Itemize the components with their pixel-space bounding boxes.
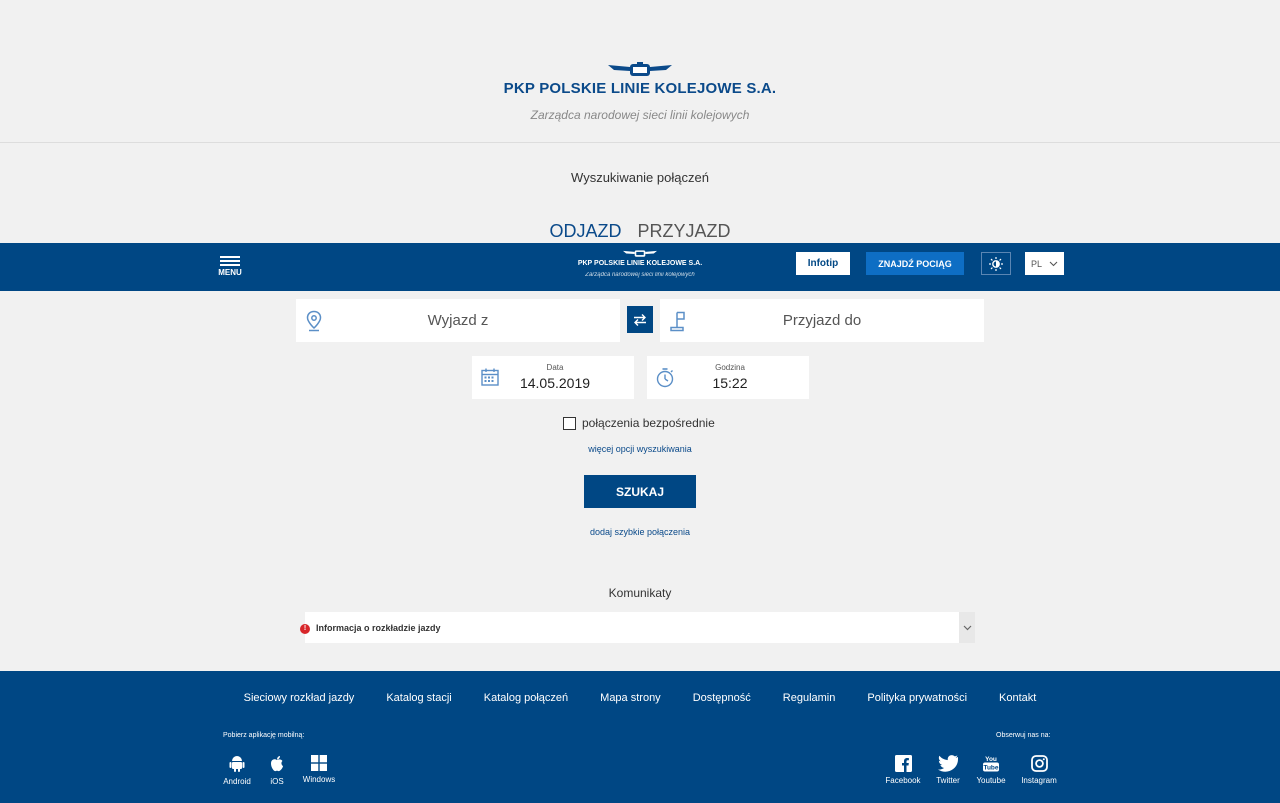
alert-icon: ! bbox=[300, 624, 310, 634]
instagram-label: Instagram bbox=[1021, 776, 1057, 785]
svg-text:You: You bbox=[985, 756, 997, 763]
plk-emblem-icon bbox=[608, 62, 672, 76]
date-input[interactable]: Data 14.05.2019 bbox=[472, 356, 634, 399]
search-button[interactable]: SZUKAJ bbox=[584, 475, 696, 508]
svg-text:Tube: Tube bbox=[983, 765, 998, 772]
to-station-placeholder: Przyjazd do bbox=[782, 312, 862, 329]
chevron-down-icon bbox=[963, 625, 971, 630]
navbar-logo[interactable]: PKP POLSKIE LINIE KOLEJOWE S.A. Zarządca… bbox=[560, 249, 720, 278]
footer-link-timetable[interactable]: Sieciowy rozkład jazdy bbox=[244, 692, 355, 704]
twitter-icon bbox=[938, 755, 958, 772]
contrast-button[interactable] bbox=[981, 252, 1011, 275]
swap-stations-button[interactable] bbox=[627, 306, 653, 333]
navbar: MENU PKP POLSKIE LINIE KOLEJOWE S.A. Zar… bbox=[0, 243, 1280, 291]
navbar-brand: PKP POLSKIE LINIE KOLEJOWE S.A. bbox=[577, 260, 703, 267]
stopwatch-icon bbox=[656, 368, 674, 388]
calendar-icon bbox=[481, 368, 499, 386]
plk-logo[interactable]: PKP POLSKIE LINIE KOLEJOWE S.A. bbox=[0, 62, 1280, 97]
expand-chevron[interactable] bbox=[959, 612, 975, 643]
footer: Sieciowy rozkład jazdy Katalog stacji Kata… bbox=[0, 671, 1280, 803]
language-select[interactable]: PL bbox=[1025, 252, 1064, 275]
location-pin-icon bbox=[306, 310, 322, 332]
footer-link-privacy[interactable]: Polityka prywatności bbox=[867, 692, 967, 704]
footer-link-stations[interactable]: Katalog stacji bbox=[386, 692, 451, 704]
date-label: Data bbox=[546, 363, 564, 372]
brand-tagline: Zarządca narodowej sieci linii kolejowyc… bbox=[530, 108, 750, 122]
footer-link-sitemap[interactable]: Mapa strony bbox=[600, 692, 661, 704]
footer-link-connections[interactable]: Katalog połączeń bbox=[484, 692, 568, 704]
time-value: 15:22 bbox=[712, 375, 748, 391]
notice-item[interactable]: ! Informacja o rozkładzie jazdy bbox=[300, 612, 975, 643]
windows-icon bbox=[311, 755, 327, 771]
footer-link-contact[interactable]: Kontakt bbox=[999, 692, 1036, 704]
time-input[interactable]: Godzina 15:22 bbox=[647, 356, 809, 399]
swap-arrows-icon bbox=[634, 313, 646, 326]
to-station-input[interactable]: Przyjazd do bbox=[660, 299, 984, 342]
sun-icon bbox=[989, 256, 1003, 271]
youtube-link[interactable]: You Tube Youtube bbox=[974, 755, 1008, 785]
footer-link-accessibility[interactable]: Dostępność bbox=[693, 692, 751, 704]
footer-link-terms[interactable]: Regulamin bbox=[783, 692, 836, 704]
language-value: PL bbox=[1031, 258, 1043, 269]
plk-emblem-icon bbox=[623, 250, 657, 257]
android-label: Android bbox=[223, 777, 251, 786]
footer-links: Sieciowy rozkład jazdy Katalog stacji Kata… bbox=[0, 692, 1280, 704]
direct-connections-checkbox[interactable] bbox=[563, 416, 576, 430]
facebook-icon bbox=[894, 755, 912, 772]
windows-label: Windows bbox=[302, 775, 336, 784]
infotip-button[interactable]: Infotip bbox=[796, 252, 850, 275]
hamburger-icon bbox=[220, 256, 240, 258]
apple-icon bbox=[271, 756, 283, 772]
twitter-label: Twitter bbox=[936, 776, 960, 785]
from-station-placeholder: Wyjazd z bbox=[427, 312, 489, 329]
instagram-link[interactable]: Instagram bbox=[1019, 755, 1059, 785]
hamburger-bar bbox=[220, 264, 240, 266]
from-station-input[interactable]: Wyjazd z bbox=[296, 299, 620, 342]
direct-connections-label: połączenia bezpośrednie bbox=[582, 416, 715, 430]
brand-name: PKP POLSKIE LINIE KOLEJOWE S.A. bbox=[503, 80, 777, 97]
top-header: PKP POLSKIE LINIE KOLEJOWE S.A. Zarządca… bbox=[0, 0, 1280, 143]
youtube-icon: You Tube bbox=[983, 756, 999, 772]
facebook-label: Facebook bbox=[885, 776, 921, 785]
twitter-link[interactable]: Twitter bbox=[933, 755, 963, 785]
navbar-tagline: Zarządca narodowej sieci linii kolejowyc… bbox=[585, 272, 695, 278]
direct-connections-option[interactable]: połączenia bezpośrednie bbox=[563, 416, 715, 430]
ios-label: iOS bbox=[270, 777, 284, 786]
direction-tabs: ODJAZD PRZYJAZD bbox=[0, 221, 1280, 245]
chevron-down-icon bbox=[1049, 261, 1058, 266]
quick-connections-link[interactable]: dodaj szybkie połączenia bbox=[0, 527, 1280, 537]
search-title: Wyszukiwanie połączeń bbox=[571, 170, 709, 185]
notice-text: Informacja o rozkładzie jazdy bbox=[316, 622, 441, 633]
windows-app-link[interactable]: Windows bbox=[300, 755, 338, 784]
apps-title: Pobierz aplikację mobilną: bbox=[223, 732, 305, 739]
hamburger-bar bbox=[220, 260, 240, 262]
notices-title: Komunikaty bbox=[608, 586, 672, 600]
destination-flag-icon bbox=[670, 311, 685, 332]
more-options-link[interactable]: więcej opcji wyszukiwania bbox=[0, 444, 1280, 454]
youtube-label: Youtube bbox=[976, 776, 1006, 785]
facebook-link[interactable]: Facebook bbox=[884, 755, 922, 785]
time-label: Godzina bbox=[715, 363, 745, 372]
find-train-button[interactable]: ZNAJDŹ POCIĄG bbox=[866, 252, 964, 275]
follow-title: Obserwuj nas na: bbox=[996, 732, 1051, 739]
tab-departure[interactable]: ODJAZD bbox=[549, 221, 622, 245]
date-value: 14.05.2019 bbox=[519, 375, 591, 391]
tab-arrival[interactable]: PRZYJAZD bbox=[637, 221, 730, 242]
ios-app-link[interactable]: iOS bbox=[266, 755, 288, 786]
android-app-link[interactable]: Android bbox=[222, 755, 252, 786]
menu-label: MENU bbox=[218, 268, 242, 277]
instagram-icon bbox=[1030, 755, 1048, 772]
android-icon bbox=[229, 756, 245, 772]
menu-button[interactable]: MENU bbox=[218, 254, 242, 277]
